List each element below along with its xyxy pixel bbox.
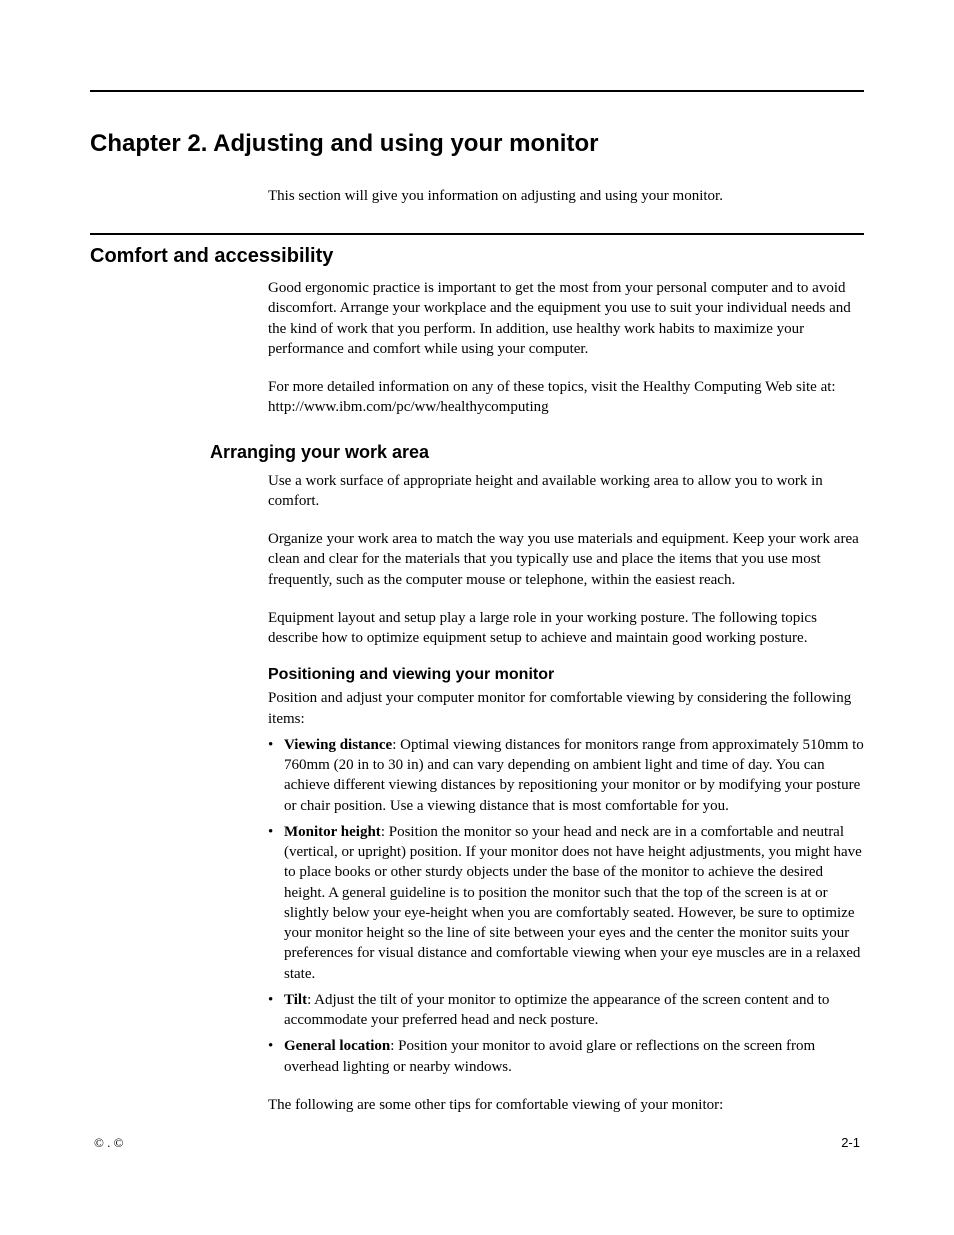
bullet-list: •Viewing distance: Optimal viewing dista…	[268, 735, 864, 1077]
section-rule	[90, 233, 864, 235]
section-heading-comfort: Comfort and accessibility	[90, 245, 864, 268]
bullet-icon: •	[268, 1036, 284, 1056]
paragraph: Organize your work area to match the way…	[268, 529, 864, 590]
list-item: •Viewing distance: Optimal viewing dista…	[268, 735, 864, 816]
list-item-label: Monitor height	[284, 824, 381, 840]
intro-paragraph: This section will give you information o…	[268, 188, 864, 205]
list-item-label: Tilt	[284, 992, 307, 1008]
paragraph: Position and adjust your computer monito…	[268, 688, 864, 729]
page-number: 2-1	[841, 1135, 860, 1151]
list-item: •Tilt: Adjust the tilt of your monitor t…	[268, 990, 864, 1031]
paragraph: For more detailed information on any of …	[268, 377, 864, 418]
paragraph: Equipment layout and setup play a large …	[268, 608, 864, 649]
paragraph: Good ergonomic practice is important to …	[268, 278, 864, 359]
paragraph: The following are some other tips for co…	[268, 1095, 864, 1115]
footer-copyright: © . ©	[94, 1135, 124, 1151]
paragraph: Use a work surface of appropriate height…	[268, 471, 864, 512]
list-item-label: General location	[284, 1038, 390, 1054]
list-item-text: : Adjust the tilt of your monitor to opt…	[284, 992, 829, 1028]
list-item-text: : Position the monitor so your head and …	[284, 824, 862, 982]
subsection-heading-positioning: Positioning and viewing your monitor	[268, 666, 864, 684]
bullet-icon: •	[268, 990, 284, 1010]
list-item: •Monitor height: Position the monitor so…	[268, 822, 864, 984]
section-heading-arranging: Arranging your work area	[210, 442, 864, 463]
chapter-title: Chapter 2. Adjusting and using your moni…	[90, 130, 864, 158]
bullet-icon: •	[268, 735, 284, 755]
bullet-icon: •	[268, 822, 284, 842]
top-rule	[90, 90, 864, 92]
list-item: •General location: Position your monitor…	[268, 1036, 864, 1077]
list-item-label: Viewing distance	[284, 737, 392, 753]
page-footer: © . © 2-1	[90, 1135, 864, 1151]
